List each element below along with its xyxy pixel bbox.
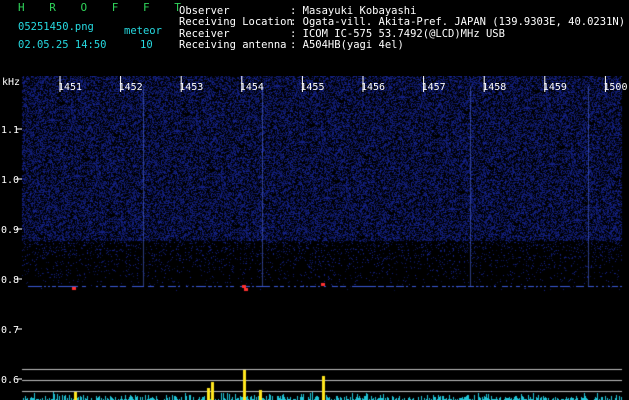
y-axis-unit: kHz xyxy=(2,77,20,88)
y-tick-label: 0.9 xyxy=(1,225,19,236)
y-tick-label: 0.6 xyxy=(1,375,19,386)
y-tick-label: 0.8 xyxy=(1,275,19,286)
y-tick-label: 0.7 xyxy=(1,325,19,336)
spectrogram-area[interactable] xyxy=(22,76,622,400)
y-axis-ticks: 1.1 1.0 0.9 0.8 0.7 0.6 xyxy=(1,125,22,386)
y-tick-label: 1.0 xyxy=(1,175,19,186)
y-tick-label: 1.1 xyxy=(1,125,19,136)
